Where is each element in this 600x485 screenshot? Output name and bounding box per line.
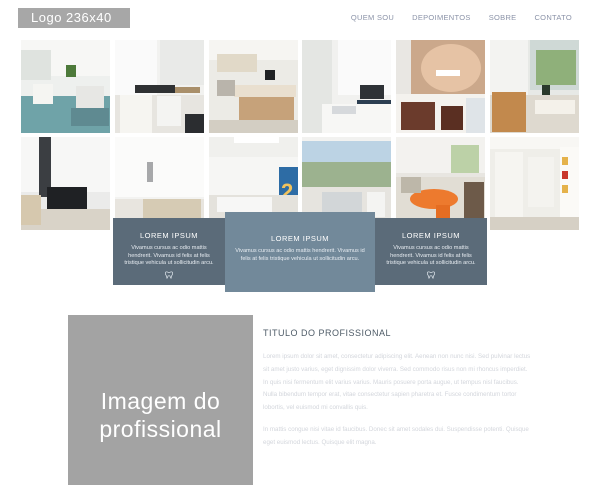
- clinic-photo-image: [302, 40, 392, 133]
- gallery-photo[interactable]: [302, 40, 392, 133]
- feature-card-title: LOREM IPSUM: [401, 231, 460, 240]
- clinic-photo-image: [396, 137, 486, 230]
- gallery-photo[interactable]: [396, 40, 486, 133]
- professional-image-placeholder: Imagem do profissional: [68, 315, 253, 485]
- clinic-photo-image: [21, 40, 110, 133]
- professional-title: TITULO DO PROFISSIONAL: [263, 328, 392, 338]
- clinic-photo-image: [21, 137, 110, 230]
- tooth-icon: [164, 270, 174, 281]
- clinic-photo-image: [114, 40, 204, 133]
- professional-bio-paragraph: In mattis congue nisi vitae id faucibus.…: [263, 425, 529, 446]
- main-nav: QUEM SOU DEPOIMENTOS SOBRE CONTATO: [333, 13, 572, 22]
- clinic-photo-image: [114, 137, 204, 230]
- logo-placeholder[interactable]: Logo 236x40: [18, 8, 130, 28]
- feature-card-text: Vivamus cursus ac odio mattis hendrerit.…: [386, 245, 476, 266]
- tooth-icon: [426, 270, 436, 281]
- gallery-photo[interactable]: [21, 40, 110, 133]
- feature-card[interactable]: LOREM IPSUM Vivamus cursus ac odio matti…: [225, 212, 375, 292]
- gallery-photo[interactable]: [114, 40, 204, 133]
- nav-link-contato[interactable]: CONTATO: [534, 13, 572, 22]
- feature-card[interactable]: LOREM IPSUM Vivamus cursus ac odio matti…: [375, 218, 487, 285]
- professional-bio-paragraph: Lorem ipsum dolor sit amet, consectetur …: [263, 353, 531, 412]
- clinic-photo-image: [396, 40, 486, 133]
- feature-card[interactable]: LOREM IPSUM Vivamus cursus ac odio matti…: [113, 218, 225, 285]
- clinic-photo-image: [489, 137, 579, 230]
- gallery-photo[interactable]: [489, 137, 579, 230]
- feature-card-text: Vivamus cursus ac odio mattis hendrerit.…: [124, 245, 214, 266]
- feature-card-title: LOREM IPSUM: [270, 234, 329, 243]
- gallery-photo[interactable]: [396, 137, 486, 230]
- feature-card-title: LOREM IPSUM: [139, 231, 198, 240]
- gallery-photo[interactable]: [489, 40, 579, 133]
- nav-link-sobre[interactable]: SOBRE: [489, 13, 517, 22]
- nav-link-quem-sou[interactable]: QUEM SOU: [351, 13, 394, 22]
- gallery-photo[interactable]: [21, 137, 110, 230]
- feature-card-text: Vivamus cursus ac odio mattis hendrerit.…: [235, 248, 365, 262]
- clinic-photo-gallery: 2: [21, 40, 579, 230]
- clinic-photo-image: [489, 40, 579, 133]
- professional-bio: Lorem ipsum dolor sit amet, consectetur …: [263, 351, 533, 459]
- nav-link-depoimentos[interactable]: DEPOIMENTOS: [412, 13, 471, 22]
- gallery-photo[interactable]: [114, 137, 204, 230]
- clinic-photo-image: [208, 40, 298, 133]
- gallery-photo[interactable]: [208, 40, 298, 133]
